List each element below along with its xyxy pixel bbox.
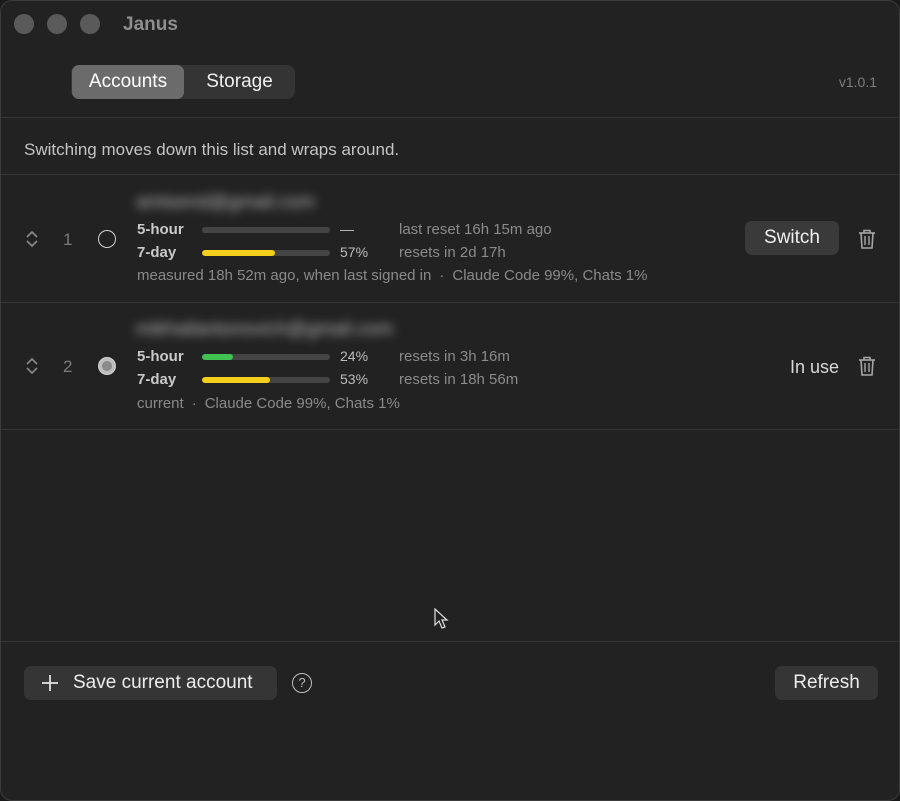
meta-status: measured 18h 52m ago, when last signed i… <box>137 267 432 284</box>
divider <box>1 429 899 430</box>
app-window: Janus Accounts Storage v1.0.1 Switching … <box>0 0 900 801</box>
seven-day-label: 7-day <box>137 371 177 388</box>
five-hour-label: 5-hour <box>137 221 184 238</box>
in-use-label: In use <box>790 357 840 377</box>
divider <box>1 641 899 642</box>
account-index: 1 <box>63 230 73 249</box>
account-index: 2 <box>63 357 73 376</box>
save-current-account-button[interactable]: Save current account <box>24 666 277 700</box>
reorder-handle-icon[interactable] <box>25 356 39 376</box>
seven-day-usage-fill <box>202 377 270 383</box>
five-hour-usage-bar <box>202 354 330 360</box>
version-label: v1.0.1 <box>838 74 877 90</box>
meta-separator: · <box>191 395 197 412</box>
meta-separator: · <box>439 267 445 284</box>
trash-icon[interactable] <box>857 228 877 250</box>
save-current-account-label: Save current account <box>73 672 253 693</box>
account-row-1: 1 amtsend@gmail.com 5-hour — last reset … <box>1 175 899 302</box>
seven-day-usage-fill <box>202 250 275 256</box>
seven-day-label: 7-day <box>137 244 177 261</box>
reorder-handle-icon[interactable] <box>25 229 39 249</box>
meta-usage: Claude Code 99%, Chats 1% <box>204 395 400 412</box>
seven-day-reset: resets in 18h 56m <box>399 371 519 388</box>
help-icon[interactable]: ? <box>292 673 312 693</box>
window-title: Janus <box>123 14 178 35</box>
mouse-pointer-icon <box>434 608 449 629</box>
account-email: mikhailantonovich@gmail.com <box>136 319 393 340</box>
account-select-radio[interactable] <box>98 230 116 248</box>
divider <box>1 117 899 118</box>
five-hour-usage-bar <box>202 227 330 233</box>
title-bar: Janus <box>1 1 899 49</box>
view-segmented-control: Accounts Storage <box>71 65 295 99</box>
plus-icon <box>42 675 58 691</box>
account-select-radio[interactable] <box>98 357 116 375</box>
minimize-window-button[interactable] <box>47 14 67 34</box>
meta-status: current <box>137 395 184 412</box>
account-email: amtsend@gmail.com <box>136 192 315 213</box>
seven-day-usage-bar <box>202 250 330 256</box>
five-hour-reset: resets in 3h 16m <box>399 348 510 365</box>
tab-storage[interactable]: Storage <box>184 65 295 99</box>
tab-accounts[interactable]: Accounts <box>72 65 184 99</box>
seven-day-percent: 57% <box>340 244 369 260</box>
five-hour-percent: — <box>340 221 354 237</box>
switch-button[interactable]: Switch <box>745 221 839 255</box>
five-hour-label: 5-hour <box>137 348 184 365</box>
meta-usage: Claude Code 99%, Chats 1% <box>452 267 648 284</box>
list-hint: Switching moves down this list and wraps… <box>24 140 400 159</box>
account-meta: measured 18h 52m ago, when last signed i… <box>137 267 647 284</box>
seven-day-reset: resets in 2d 17h <box>399 244 506 261</box>
account-meta: current · Claude Code 99%, Chats 1% <box>137 395 400 412</box>
five-hour-percent: 24% <box>340 348 369 364</box>
zoom-window-button[interactable] <box>80 14 100 34</box>
close-window-button[interactable] <box>14 14 34 34</box>
seven-day-percent: 53% <box>340 371 369 387</box>
five-hour-usage-fill <box>202 354 233 360</box>
trash-icon[interactable] <box>857 355 877 377</box>
account-row-2: 2 mikhailantonovich@gmail.com 5-hour 24%… <box>1 303 899 430</box>
seven-day-usage-bar <box>202 377 330 383</box>
five-hour-reset: last reset 16h 15m ago <box>399 221 552 238</box>
refresh-button[interactable]: Refresh <box>775 666 878 700</box>
